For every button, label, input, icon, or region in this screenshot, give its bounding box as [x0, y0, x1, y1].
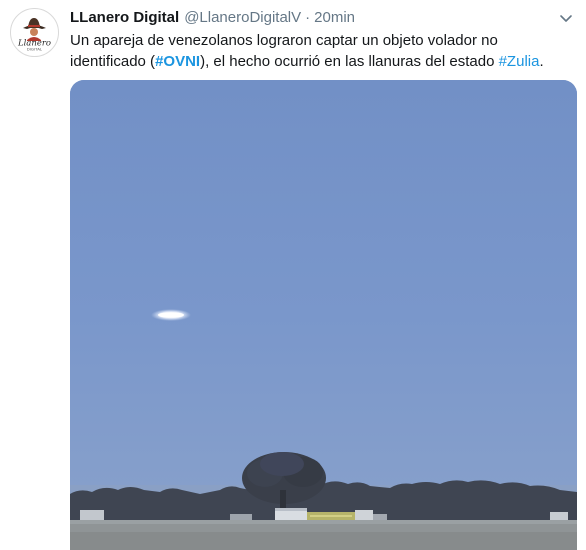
llanero-logo: Llanero DIGITAL — [17, 18, 51, 52]
avatar[interactable]: Llanero DIGITAL — [10, 8, 59, 57]
tweet-text-part3: . — [539, 53, 544, 70]
user-handle[interactable]: @LlaneroDigitalV — [184, 9, 301, 26]
hashtag-link-zulia[interactable]: #Zulia — [499, 53, 540, 70]
timestamp[interactable]: 20min — [314, 9, 355, 26]
tweet-card[interactable]: Llanero DIGITAL LLanero Digital @Llanero… — [0, 0, 586, 550]
video-frame — [70, 80, 577, 550]
ufo-object — [151, 309, 191, 321]
hashtag-link-ovni[interactable]: #OVNI — [155, 53, 200, 70]
tweet-header: LLanero Digital @LlaneroDigitalV · 20min — [70, 9, 355, 29]
tweet-text-part2: ), el hecho ocurrió en las llanuras del … — [200, 53, 499, 70]
logo-subtext: DIGITAL — [27, 47, 43, 52]
display-name[interactable]: LLanero Digital — [70, 9, 179, 26]
chevron-down-icon[interactable] — [558, 10, 574, 26]
tweet-text: Un apareja de venezolanos lograron capta… — [70, 30, 570, 72]
separator: · — [305, 9, 311, 26]
video-player[interactable] — [70, 80, 577, 550]
